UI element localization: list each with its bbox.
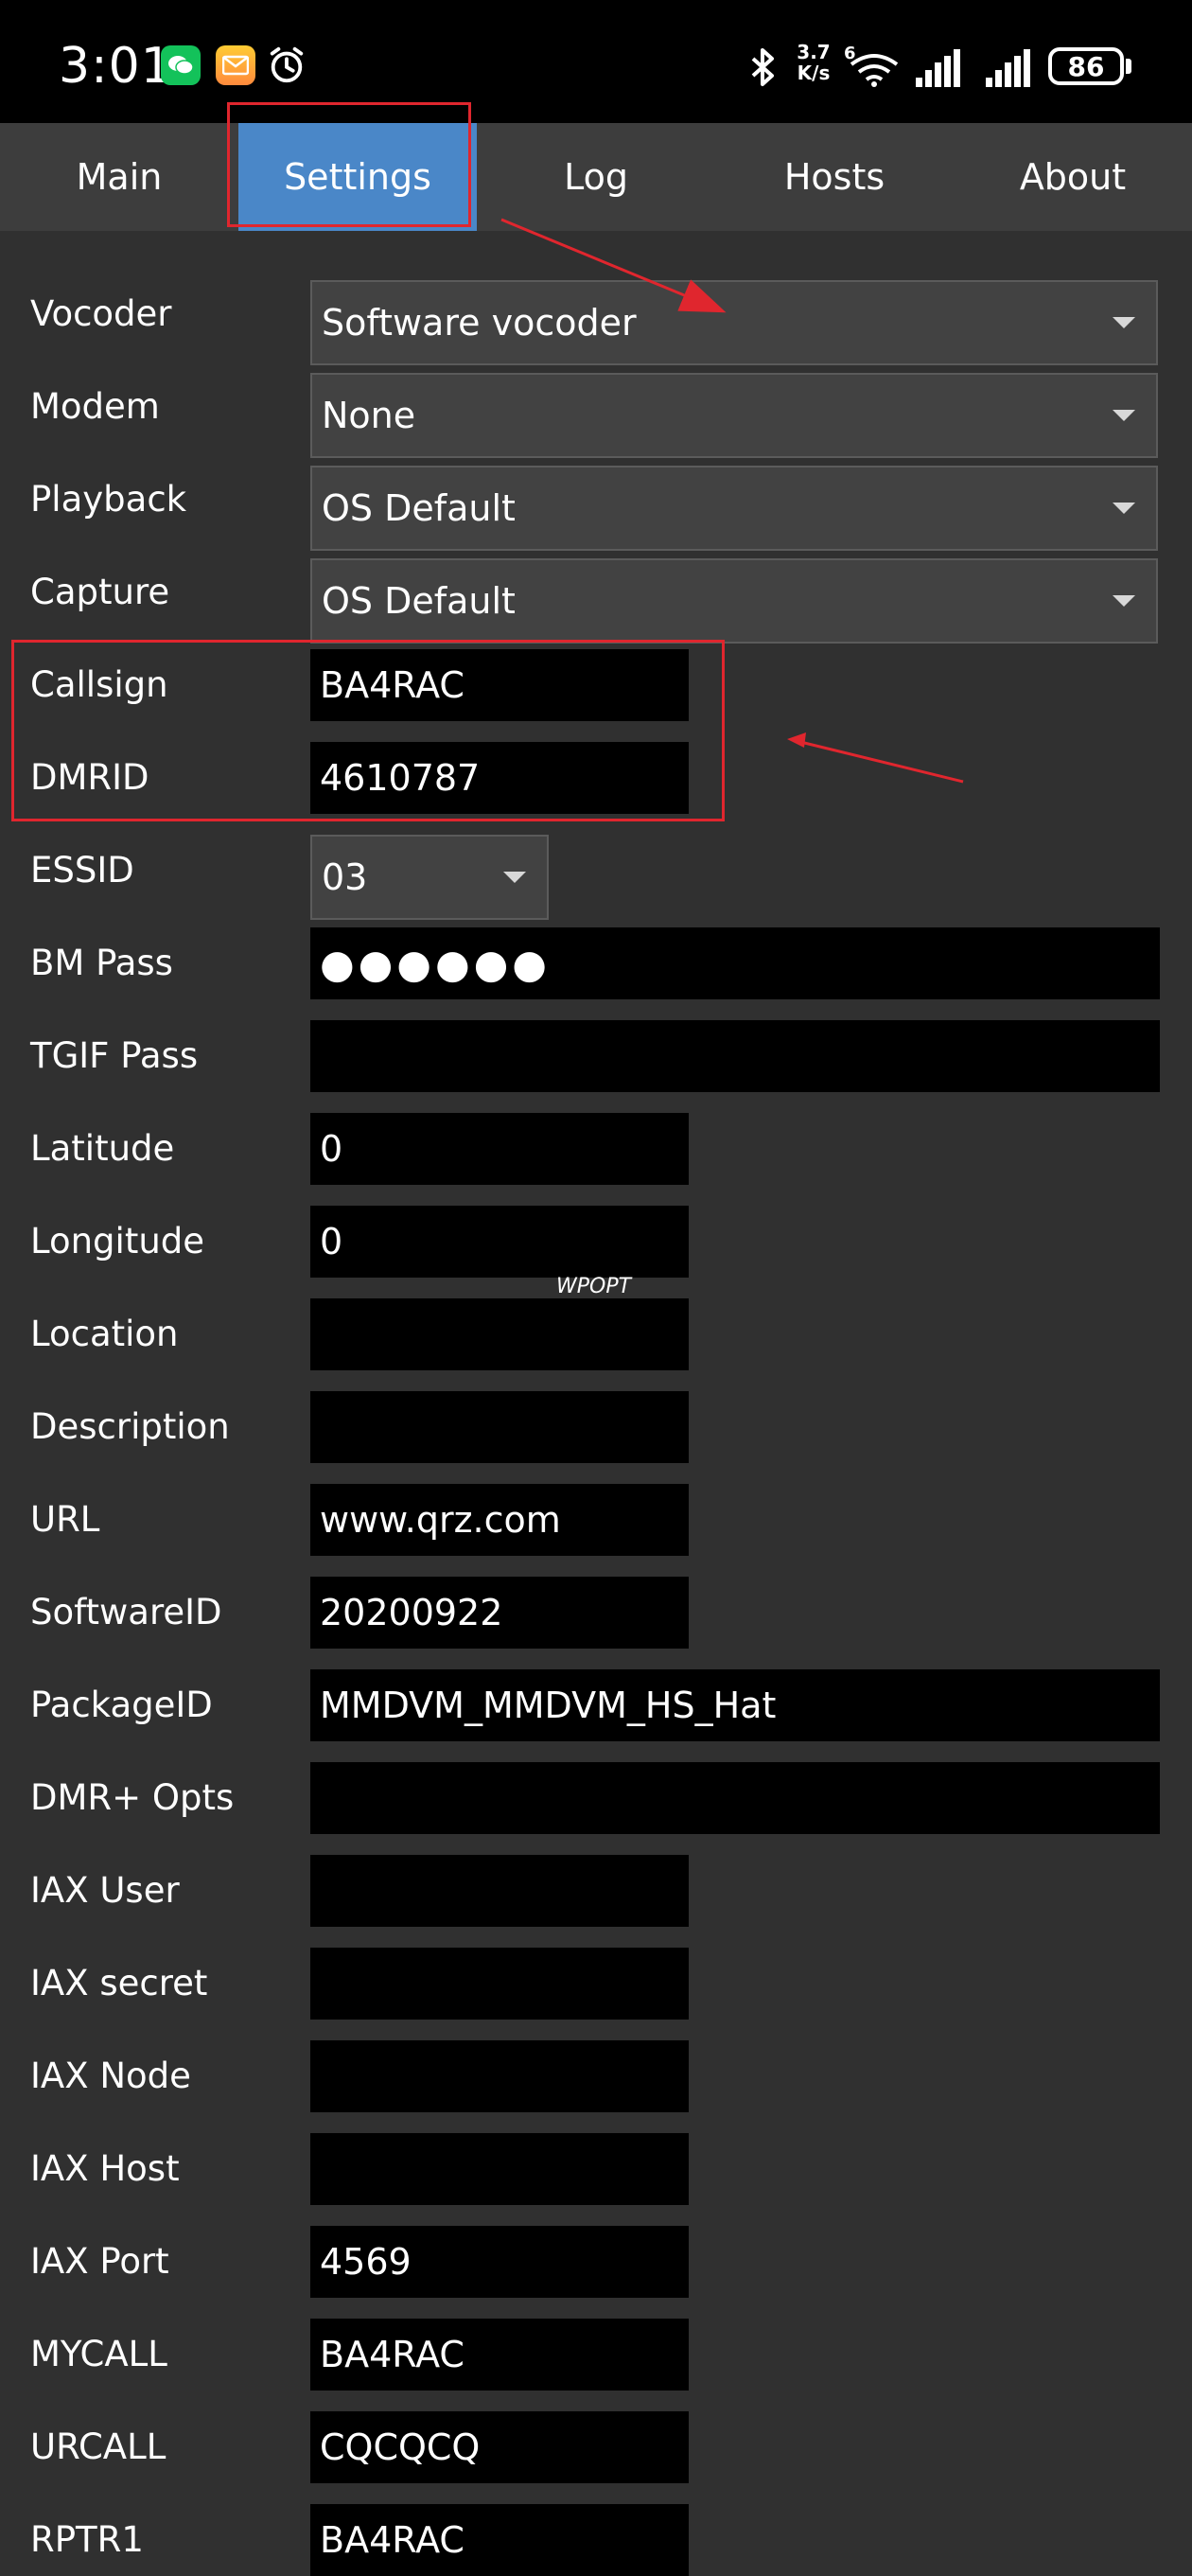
status-time: 3:01 [59,38,173,95]
capture-select[interactable]: OS Default [310,558,1158,644]
tab-settings[interactable]: Settings [238,123,477,231]
signal-icon-2 [986,49,1030,87]
tab-about[interactable]: About [954,123,1192,231]
callsign-input[interactable]: BA4RAC [310,649,689,721]
rptr1-input[interactable]: BA4RAC [310,2504,689,2576]
modem-value: None [322,395,416,436]
location-label: Location [30,1314,179,1354]
chevron-down-icon [1113,503,1135,514]
speed-unit: K/s [797,62,831,84]
description-input[interactable] [310,1391,689,1463]
urcall-input[interactable]: CQCQCQ [310,2411,689,2483]
url-label: URL [30,1499,100,1540]
playback-label: Playback [30,479,187,520]
tab-log[interactable]: Log [477,123,715,231]
package-id-input[interactable]: MMDVM_MMDVM_HS_Hat [310,1669,1160,1741]
status-bar: 3:01 3.7 K/s 6 86 [0,0,1192,123]
tgif-pass-label: TGIF Pass [30,1035,199,1076]
iax-node-input[interactable] [310,2040,689,2112]
bm-pass-label: BM Pass [30,943,173,983]
iax-node-label: IAX Node [30,2056,191,2096]
modem-select[interactable]: None [310,373,1158,458]
vocoder-select[interactable]: Software vocoder [310,280,1158,365]
iax-secret-label: IAX secret [30,1963,208,2003]
essid-select[interactable]: 03 [310,835,549,920]
playback-value: OS Default [322,487,516,529]
tgif-pass-input[interactable] [310,1020,1160,1092]
dmr-opts-label: DMR+ Opts [30,1777,235,1818]
annotation-arrow-callsign [792,738,964,784]
mail-icon [216,45,255,85]
vocoder-value: Software vocoder [322,302,637,344]
dmrid-input[interactable]: 4610787 [310,742,689,814]
callsign-label: Callsign [30,664,168,705]
chevron-down-icon [1113,317,1135,328]
alarm-icon [267,45,307,85]
essid-value: 03 [322,856,368,898]
longitude-input[interactable]: 0 [310,1206,689,1278]
iax-host-label: IAX Host [30,2148,180,2189]
modem-label: Modem [30,386,160,427]
location-input[interactable] [310,1298,689,1370]
chevron-down-icon [1113,410,1135,421]
mycall-label: MYCALL [30,2334,167,2374]
wechat-icon [161,45,201,85]
rptr1-label: RPTR1 [30,2519,144,2560]
iax-user-input[interactable] [310,1855,689,1927]
urcall-label: URCALL [30,2426,167,2467]
chevron-down-icon [503,872,526,883]
capture-label: Capture [30,572,170,612]
tab-hosts[interactable]: Hosts [715,123,954,231]
description-label: Description [30,1406,230,1447]
software-id-input[interactable]: 20200922 [310,1577,689,1649]
url-input[interactable]: www.qrz.com [310,1484,689,1556]
annotation-arrow-head [787,732,806,748]
dmrid-label: DMRID [30,757,149,798]
battery-icon: 86 [1048,47,1124,85]
speed-value: 3.7 [797,41,831,63]
iax-secret-input[interactable] [310,1948,689,2020]
latitude-label: Latitude [30,1128,175,1169]
playback-select[interactable]: OS Default [310,466,1158,551]
mycall-input[interactable]: BA4RAC [310,2319,689,2391]
bluetooth-icon [751,48,774,86]
iax-user-label: IAX User [30,1870,180,1911]
vocoder-label: Vocoder [30,293,172,334]
software-id-label: SoftwareID [30,1592,222,1632]
chevron-down-icon [1113,595,1135,607]
signal-icon-1 [916,49,960,87]
battery-tip [1126,59,1131,74]
network-speed: 3.7 K/s [793,42,834,83]
longitude-label: Longitude [30,1221,205,1262]
dmr-opts-input[interactable] [310,1762,1160,1834]
watermark: WPOPT [556,1275,632,1298]
iax-host-input[interactable] [310,2133,689,2205]
battery-level: 86 [1067,50,1105,82]
latitude-input[interactable]: 0 [310,1113,689,1185]
package-id-label: PackageID [30,1685,213,1725]
tab-bar: Main Settings Log Hosts About [0,123,1192,231]
wifi-icon: 6 [844,44,899,87]
capture-value: OS Default [322,580,516,622]
iax-port-label: IAX Port [30,2241,169,2282]
tab-main[interactable]: Main [0,123,238,231]
bm-pass-input[interactable]: ●●●●●● [310,927,1160,999]
iax-port-input[interactable]: 4569 [310,2226,689,2298]
essid-label: ESSID [30,850,134,891]
